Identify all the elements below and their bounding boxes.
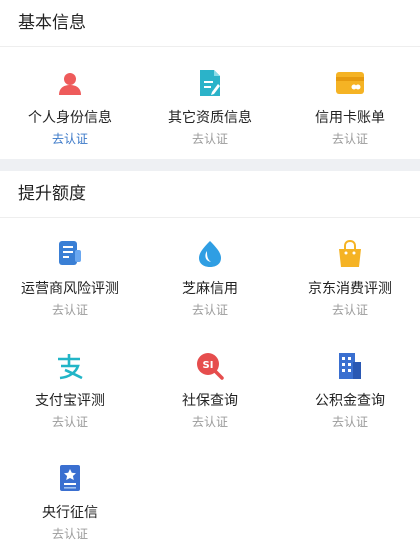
tile-status: 去认证 — [51, 415, 88, 429]
svg-text:SI: SI — [203, 360, 214, 371]
sesame-credit-tile[interactable]: 芝麻信用 去认证 — [140, 218, 280, 330]
tile-label: 支付宝评测 — [35, 393, 105, 409]
tile-label: 信用卡账单 — [315, 110, 385, 126]
tile-label: 社保查询 — [182, 393, 238, 409]
tile-status: 去认证 — [331, 303, 368, 317]
tile-status: 去认证 — [191, 132, 228, 146]
section-divider — [0, 159, 420, 171]
other-qualification-tile[interactable]: 其它资质信息 去认证 — [140, 47, 280, 159]
basic-info-grid: 个人身份信息 去认证 其它资质信息 去认证 信用卡账单 去认证 — [0, 47, 420, 159]
tile-label: 京东消费评测 — [308, 281, 392, 297]
tile-label: 其它资质信息 — [168, 110, 252, 126]
housing-fund-tile[interactable]: 公积金查询 去认证 — [280, 330, 420, 442]
boost-limit-section: 提升额度 运营商风险评测 去认证 芝麻信用 去认证 京东消费评测 去认证 支付宝… — [0, 171, 420, 554]
tile-status: 去认证 — [51, 527, 88, 541]
person-icon — [56, 69, 84, 97]
basic-info-section: 基本信息 个人身份信息 去认证 其它资质信息 去认证 信用卡账单 去认证 — [0, 0, 420, 159]
social-security-tile[interactable]: SI 社保查询 去认证 — [140, 330, 280, 442]
tile-label: 公积金查询 — [315, 393, 385, 409]
alipay-icon — [56, 352, 84, 380]
tile-label: 芝麻信用 — [182, 281, 238, 297]
social-security-search-icon: SI — [196, 352, 224, 380]
tile-status: 去认证 — [191, 415, 228, 429]
section-title-boost-limit: 提升额度 — [0, 171, 420, 218]
carrier-risk-tile[interactable]: 运营商风险评测 去认证 — [0, 218, 140, 330]
credit-card-bill-tile[interactable]: 信用卡账单 去认证 — [280, 47, 420, 159]
tile-status: 去认证 — [331, 132, 368, 146]
phone-report-icon — [56, 240, 84, 268]
tile-label: 个人身份信息 — [28, 110, 112, 126]
tile-status: 去认证 — [51, 303, 88, 317]
identity-info-tile[interactable]: 个人身份信息 去认证 — [0, 47, 140, 159]
building-icon — [336, 352, 364, 380]
credit-card-icon — [336, 69, 364, 97]
central-bank-credit-tile[interactable]: 央行征信 去认证 — [0, 442, 140, 554]
tile-status: 去认证 — [51, 132, 88, 146]
boost-limit-grid: 运营商风险评测 去认证 芝麻信用 去认证 京东消费评测 去认证 支付宝评测 去认… — [0, 218, 420, 554]
jd-consumption-tile[interactable]: 京东消费评测 去认证 — [280, 218, 420, 330]
tile-label: 运营商风险评测 — [21, 281, 119, 297]
sesame-drop-icon — [196, 240, 224, 268]
section-title-basic-info: 基本信息 — [0, 0, 420, 47]
tile-status: 去认证 — [191, 303, 228, 317]
shopping-bag-icon — [336, 240, 364, 268]
tile-label: 央行征信 — [42, 505, 98, 521]
alipay-tile[interactable]: 支付宝评测 去认证 — [0, 330, 140, 442]
document-edit-icon — [196, 69, 224, 97]
tile-status: 去认证 — [331, 415, 368, 429]
credit-report-icon — [56, 464, 84, 492]
